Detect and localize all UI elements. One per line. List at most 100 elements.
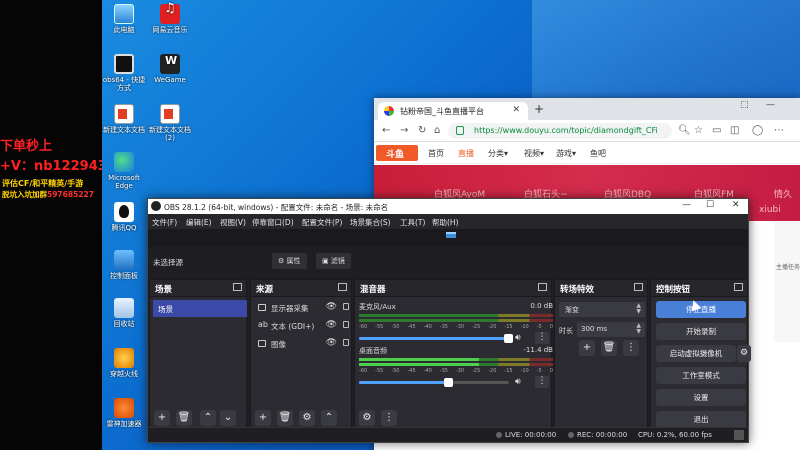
undock-icon[interactable] (634, 283, 643, 291)
desktop-icon-control-panel[interactable]: 控制面板 (102, 250, 146, 280)
tab-search-icon[interactable]: ⬚ (740, 100, 749, 110)
undock-icon[interactable] (538, 283, 547, 291)
banner-item[interactable]: xiubi (759, 205, 781, 215)
back-icon[interactable]: ← (382, 125, 390, 136)
stop-streaming-button[interactable]: 停止直播 (656, 301, 746, 318)
forward-icon[interactable]: → (400, 125, 408, 136)
settings-button[interactable]: 设置 (656, 389, 746, 406)
profile-icon[interactable]: ◯ (752, 125, 763, 136)
meter-tick: -25 (472, 368, 481, 374)
site-nav-live[interactable]: 直播 (458, 148, 474, 159)
source-properties-icon[interactable]: ⚙ (299, 410, 315, 426)
mixer-menu-icon[interactable]: ⋮ (381, 410, 397, 426)
visibility-eye-icon[interactable]: 👁︎ (326, 320, 337, 330)
move-up-icon[interactable]: ⌃ (200, 410, 216, 426)
desktop-icon-text-doc-2[interactable]: 新建文本文档(2) (148, 104, 192, 142)
undock-icon[interactable] (233, 283, 242, 291)
desktop-icon-netease-music[interactable]: 网易云音乐 (148, 4, 192, 34)
start-virtual-camera-button[interactable]: 启动虚拟摄像机 (656, 345, 736, 362)
refresh-icon[interactable]: ↻ (418, 125, 426, 136)
menu-icon[interactable]: ⋯ (774, 125, 784, 136)
transition-type-select[interactable]: 渐变 ▲ ▼ (559, 302, 645, 317)
desktop-volume-slider[interactable]: 🔊︎ ⋮ (359, 376, 553, 388)
site-nav-fishbar[interactable]: 鱼吧 (590, 148, 606, 159)
menu-profile[interactable]: 配置文件(P) (302, 217, 342, 228)
lock-icon[interactable] (343, 321, 349, 328)
search-icon[interactable]: 🔍︎ (678, 125, 691, 136)
start-recording-button[interactable]: 开始录制 (656, 323, 746, 340)
browser-tab[interactable]: 钻粉帝国_斗鱼直播平台 ✕ (378, 102, 528, 120)
menu-view[interactable]: 视图(V) (220, 217, 246, 228)
maximize-icon[interactable]: ☐ (706, 200, 714, 210)
site-nav-home[interactable]: 首页 (428, 148, 444, 159)
site-nav-games[interactable]: 游戏▾ (556, 148, 576, 159)
desktop-icon-recycle-bin[interactable]: 回收站 (102, 298, 146, 328)
remove-scene-icon[interactable]: 🗑︎ (176, 410, 192, 426)
site-nav-video[interactable]: 视频▾ (524, 148, 544, 159)
star-icon[interactable]: ☆ (694, 125, 703, 136)
minimize-icon[interactable]: — (766, 100, 775, 110)
wegame-icon (160, 54, 180, 74)
more-options-icon[interactable]: ⋮ (535, 376, 549, 388)
stepper-icon[interactable]: ▲ ▼ (636, 323, 641, 335)
remove-transition-icon[interactable]: 🗑︎ (601, 340, 617, 356)
desktop-icon-this-pc[interactable]: 此电脑 (102, 4, 146, 34)
menu-help[interactable]: 帮助(H) (432, 217, 459, 228)
undock-icon[interactable] (734, 283, 743, 291)
desktop-db-readout: -11.4 dB (523, 346, 553, 354)
advanced-audio-icon[interactable]: ⚙ (359, 410, 375, 426)
visibility-eye-icon[interactable]: 👁︎ (326, 338, 337, 348)
meter-tick: -20 (488, 324, 497, 330)
menu-edit[interactable]: 编辑(E) (186, 217, 212, 228)
virtual-camera-settings-icon[interactable]: ⚙ (737, 345, 751, 362)
site-nav-category[interactable]: 分类▾ (488, 148, 508, 159)
move-down-icon[interactable]: ⌄ (220, 410, 236, 426)
add-scene-icon[interactable]: + (154, 410, 170, 426)
source-item-image[interactable]: 图像 👁︎ (255, 336, 351, 352)
move-up-icon[interactable]: ⌃ (321, 410, 337, 426)
undock-icon[interactable] (338, 283, 347, 291)
exit-button[interactable]: 退出 (656, 411, 746, 428)
properties-button[interactable]: ⚙ 属性 (272, 253, 307, 269)
duration-input[interactable]: 300 ms ▲ ▼ (577, 322, 645, 337)
minimize-icon[interactable]: — (682, 200, 691, 210)
desktop-icon-obs[interactable]: obs64 - 快捷方式 (102, 54, 146, 92)
speaker-icon[interactable]: 🔊︎ (515, 377, 521, 387)
studio-mode-button[interactable]: 工作室模式 (656, 367, 746, 384)
desktop-icon-accelerator[interactable]: 雷神加速器 (102, 398, 146, 428)
desktop-icon-edge[interactable]: Microsoft Edge (102, 152, 146, 190)
douyu-logo[interactable]: 斗鱼 (376, 145, 418, 161)
close-tab-icon[interactable]: ✕ (512, 105, 520, 115)
new-tab-icon[interactable]: + (534, 102, 544, 116)
source-item-text[interactable]: ab 文本 (GDI+) 👁︎ (255, 318, 351, 334)
more-options-icon[interactable]: ⋮ (535, 332, 549, 344)
speaker-icon[interactable]: 🔊︎ (515, 333, 521, 343)
visibility-eye-icon[interactable]: 👁︎ (326, 302, 337, 312)
remove-source-icon[interactable]: 🗑︎ (277, 410, 293, 426)
mic-volume-slider[interactable]: 🔊︎ ⋮ (359, 332, 553, 344)
transition-menu-icon[interactable]: ⋮ (623, 340, 639, 356)
filters-button[interactable]: ▣ 滤镜 (316, 253, 351, 269)
banner-item[interactable]: 情久 (774, 187, 792, 200)
desktop-icon-wegame[interactable]: WeGame (148, 54, 192, 84)
address-bar[interactable]: https://www.douyu.com/topic/diamondgift_… (448, 123, 672, 139)
desktop-icon-game[interactable]: 穿越火线 (102, 348, 146, 378)
menu-tools[interactable]: 工具(T) (400, 217, 425, 228)
collections-icon[interactable]: ▭ (712, 125, 721, 136)
desktop-icon-qq[interactable]: 腾讯QQ (102, 202, 146, 232)
desktop-icon-text-doc[interactable]: 新建文本文档 (102, 104, 146, 134)
home-icon[interactable]: ⌂ (434, 125, 440, 136)
lock-icon[interactable] (343, 339, 349, 346)
scene-item[interactable]: 场景 (153, 300, 247, 317)
source-item-display-capture[interactable]: 显示器采集 👁︎ (255, 300, 351, 316)
menu-scene-collection[interactable]: 场景集合(S) (350, 217, 391, 228)
preview-area[interactable] (148, 229, 748, 247)
add-source-icon[interactable]: + (255, 410, 271, 426)
menu-docks[interactable]: 停靠窗口(D) (252, 217, 294, 228)
add-transition-icon[interactable]: + (579, 340, 595, 356)
extensions-icon[interactable]: ◫ (730, 125, 739, 136)
menu-file[interactable]: 文件(F) (152, 217, 177, 228)
resize-grip-icon[interactable] (734, 430, 744, 440)
close-icon[interactable]: ✕ (732, 200, 740, 210)
lock-icon[interactable] (343, 303, 349, 310)
